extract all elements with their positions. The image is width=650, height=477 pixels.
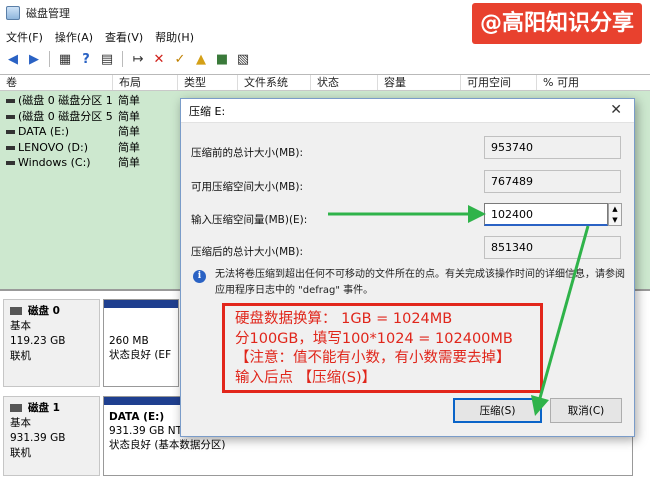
col-filesystem[interactable]: 文件系统 (238, 75, 311, 90)
window-title: 磁盘管理 (26, 7, 70, 20)
folder-icon[interactable]: ■ (213, 50, 231, 68)
volume-list-header: 卷 布局 类型 文件系统 状态 容量 可用空间 % 可用 (0, 75, 650, 91)
shrink-amount-stepper[interactable]: ▲ ▼ (608, 203, 622, 226)
forward-icon[interactable]: ▶ (25, 50, 43, 68)
col-free-space[interactable]: 可用空间 (461, 75, 537, 90)
disk-status: 联机 (10, 447, 31, 459)
disk-0-partition[interactable]: 260 MB 状态良好 (EF (103, 299, 179, 387)
disk-name: 磁盘 1 (28, 402, 60, 414)
dialog-title-bar: 压缩 E: ✕ (181, 99, 634, 123)
note-line: 硬盘数据换算： 1GB = 1024MB (235, 311, 453, 327)
disk-size: 119.23 GB (10, 335, 66, 347)
volume-name: Windows (C:) (18, 156, 91, 169)
annotation-note: 硬盘数据换算： 1GB = 1024MB 分100GB，填写100*1024 =… (222, 303, 543, 393)
note-line: 分100GB，填写100*1024 = 102400MB (235, 330, 513, 347)
menu-action[interactable]: 操作(A) (49, 29, 99, 45)
col-layout[interactable]: 布局 (113, 75, 178, 90)
disk-1-label[interactable]: 磁盘 1 基本 931.39 GB 联机 (3, 396, 100, 476)
drive-icon (6, 130, 15, 134)
partition-bar (104, 300, 178, 308)
volume-layout: 简单 (118, 140, 140, 154)
delete-icon[interactable]: ✕ (150, 50, 168, 68)
disk-name: 磁盘 0 (28, 305, 60, 317)
shrink-button[interactable]: 压缩(S) (453, 398, 542, 423)
shrink-amount-label: 输入压缩空间量(MB)(E): (191, 214, 308, 226)
drive-icon (6, 114, 15, 119)
disk-0-label[interactable]: 磁盘 0 基本 119.23 GB 联机 (3, 299, 100, 387)
partition-status: 状态良好 (EF (109, 349, 172, 361)
info-icon: i (193, 270, 206, 283)
menu-file[interactable]: 文件(F) (0, 29, 49, 45)
toolbar-divider (49, 51, 50, 67)
disk-type: 基本 (10, 320, 31, 332)
menu-bar: 文件(F) 操作(A) 查看(V) 帮助(H) (0, 26, 650, 47)
volume-name: DATA (E:) (18, 125, 70, 138)
toolbar-divider (122, 51, 123, 67)
disk-management-icon (6, 6, 20, 20)
col-volume[interactable]: 卷 (0, 75, 113, 90)
drive-icon (6, 161, 15, 165)
volume-name: LENOVO (D:) (18, 140, 89, 154)
disk-size: 931.39 GB (10, 432, 66, 444)
volume-name: (磁盘 0 磁盘分区 5) (18, 109, 113, 123)
total-before-value: 953740 (484, 136, 621, 159)
connect-icon[interactable]: ↦ (129, 50, 147, 68)
partition-status: 状态良好 (基本数据分区) (109, 439, 226, 451)
col-status[interactable]: 状态 (311, 75, 378, 90)
col-capacity[interactable]: 容量 (378, 75, 461, 90)
volume-layout: 简单 (118, 125, 140, 138)
upload-icon[interactable]: ▲ (192, 50, 210, 68)
volume-name: (磁盘 0 磁盘分区 1) (18, 94, 113, 107)
info-message: 无法将卷压缩到超出任何不可移动的文件所在的点。有关完成该操作时间的详细信息，请参… (215, 269, 625, 296)
chevron-down-icon[interactable]: ▼ (612, 216, 617, 224)
disk-status: 联机 (10, 350, 31, 362)
disk-type: 基本 (10, 417, 31, 429)
cancel-button[interactable]: 取消(C) (550, 398, 622, 423)
grid-icon[interactable]: ▧ (234, 50, 252, 68)
dialog-title: 压缩 E: (189, 104, 226, 118)
col-type[interactable]: 类型 (178, 75, 238, 90)
total-after-label: 压缩后的总计大小(MB): (191, 246, 303, 258)
properties-icon[interactable]: ▦ (56, 50, 74, 68)
total-before-label: 压缩前的总计大小(MB): (191, 147, 303, 159)
note-line: 输入后点 【压缩(S)】 (235, 369, 377, 386)
menu-help[interactable]: 帮助(H) (149, 29, 200, 45)
help-icon[interactable]: ? (77, 50, 95, 68)
available-shrink-label: 可用压缩空间大小(MB): (191, 181, 303, 193)
toolbar: ◀ ▶ ▦ ? ▤ ↦ ✕ ✓ ▲ ■ ▧ (0, 47, 650, 71)
volume-layout: 简单 (118, 156, 140, 169)
partition-size: 260 MB (109, 335, 149, 347)
disk-icon (10, 307, 22, 315)
check-icon[interactable]: ✓ (171, 50, 189, 68)
shrink-amount-input[interactable] (484, 203, 608, 226)
available-shrink-value: 767489 (484, 170, 621, 193)
disk-icon (10, 404, 22, 412)
close-icon[interactable]: ✕ (610, 102, 622, 118)
total-after-value: 851340 (484, 236, 621, 259)
menu-view[interactable]: 查看(V) (99, 29, 149, 45)
volume-layout: 简单 (118, 109, 140, 123)
volume-layout: 简单 (118, 94, 140, 107)
col-percent-free[interactable]: % 可用 (537, 75, 650, 90)
chevron-up-icon[interactable]: ▲ (612, 205, 617, 213)
drive-icon (6, 145, 15, 150)
note-line: 【注意：值不能有小数，有小数需要去掉】 (235, 350, 511, 366)
back-icon[interactable]: ◀ (4, 50, 22, 68)
list-icon[interactable]: ▤ (98, 50, 116, 68)
drive-icon (6, 99, 15, 103)
